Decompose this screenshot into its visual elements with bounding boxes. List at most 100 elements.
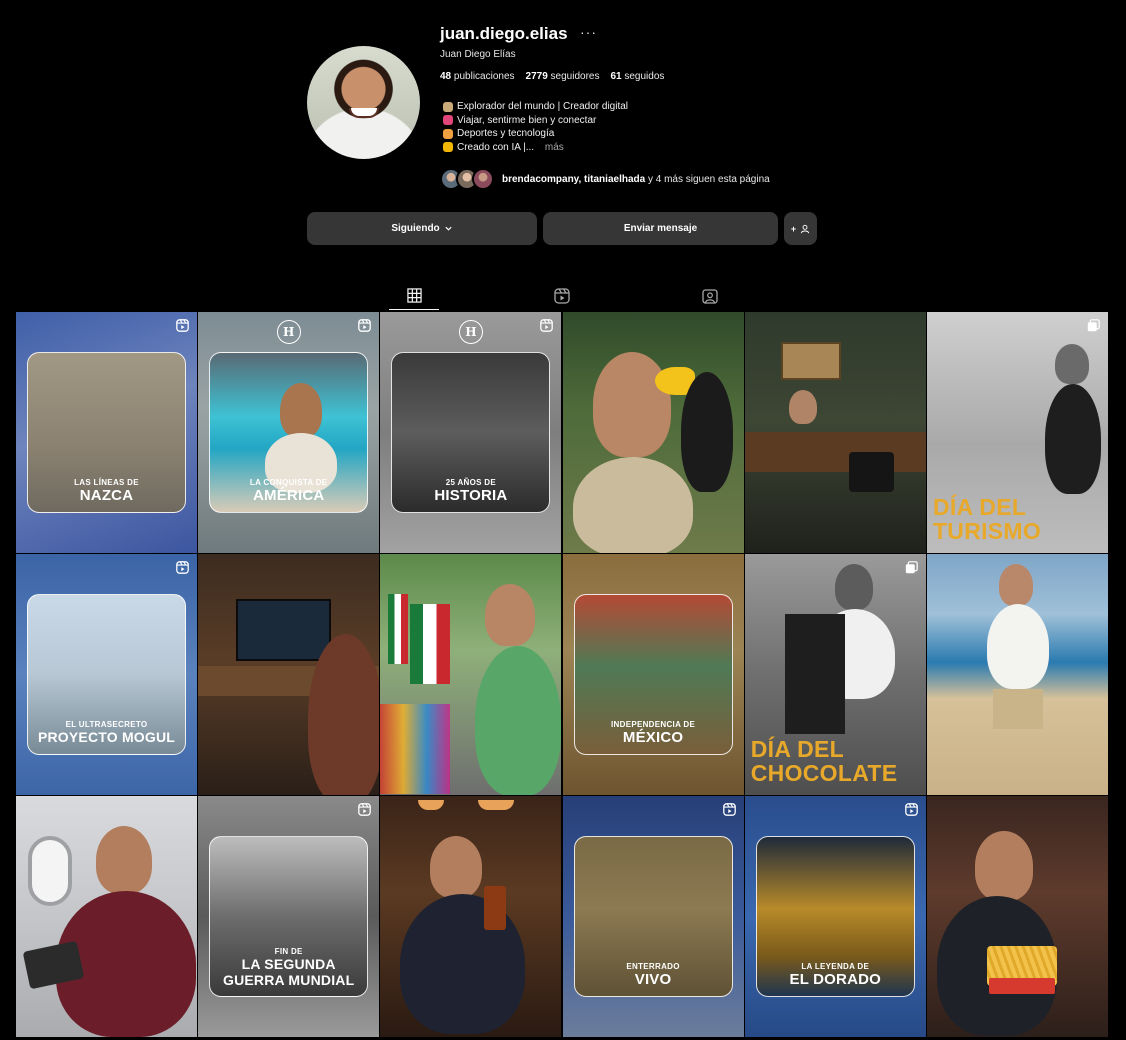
chevron-down-icon (445, 226, 452, 231)
ceiling-lamp (418, 800, 445, 811)
post-subtitle: Enterrado (626, 962, 680, 972)
post-subtitle: El ultrasecreto (65, 720, 148, 730)
post-subtitle: Fin de (274, 947, 303, 957)
post-tile[interactable]: Independencia de MÉXICO (562, 554, 744, 796)
post-tile[interactable] (198, 554, 380, 796)
post-subtitle: Las líneas de (74, 478, 139, 487)
runner-emoji-icon (443, 128, 453, 139)
person-swimsuit (1044, 384, 1101, 494)
followed-by[interactable]: brendacompany, titaniaelhada y 4 más sig… (440, 168, 770, 190)
tv-screen (236, 599, 332, 662)
reel-icon (358, 803, 372, 817)
flag-mexico (388, 594, 409, 665)
followers-label: seguidores (550, 71, 600, 82)
following-button[interactable]: Siguiendo (307, 212, 537, 245)
post-tile[interactable]: Enterrado VIVO (562, 796, 744, 1038)
suggest-user-button[interactable]: + (784, 212, 817, 245)
reels-icon (554, 288, 570, 304)
tab-tagged[interactable] (685, 282, 735, 310)
tab-posts[interactable] (389, 282, 439, 310)
posts-label: publicaciones (453, 71, 515, 82)
following-stat[interactable]: 61 seguidos (610, 71, 664, 82)
profile-tabs (0, 282, 1126, 310)
send-message-button[interactable]: Enviar mensaje (543, 212, 778, 245)
send-message-label: Enviar mensaje (623, 223, 698, 234)
post-tile[interactable] (926, 796, 1108, 1038)
post-card: 25 años de HISTORIA (391, 352, 551, 513)
post-title: DÍA DEL TURISMO (932, 494, 1042, 544)
post-subtitle: Independencia de (611, 720, 696, 730)
post-tile[interactable]: La leyenda de EL DORADO (744, 796, 926, 1038)
bio-line: Viajar, sentirme bien y conectar (443, 114, 628, 128)
post-card: La leyenda de EL DORADO (755, 836, 915, 998)
fries-basket (988, 978, 1055, 995)
post-title: AMÉRICA (252, 487, 325, 504)
person-figure (974, 831, 1033, 902)
chocolate-stack (784, 614, 845, 735)
post-title: MÉXICO (622, 729, 684, 747)
post-tile[interactable] (926, 554, 1108, 796)
post-card: Enterrado VIVO (573, 836, 733, 998)
person-shorts (992, 689, 1043, 730)
camera (848, 452, 894, 492)
bio-text: Explorador del mundo | Creador digital (457, 101, 629, 112)
reel-icon (540, 319, 554, 332)
bio-line: Deportes y tecnología (443, 127, 628, 141)
drink-glass (484, 886, 507, 931)
post-title: HISTORIA (434, 487, 508, 504)
backpack-emoji-icon (443, 115, 453, 126)
toucan-body (680, 372, 733, 492)
post-title: PROYECTO MOGUL (37, 729, 176, 746)
person-figure (96, 826, 152, 895)
flag-mexico (410, 604, 451, 685)
post-tile[interactable]: Fin de LA SEGUNDA GUERRA MUNDIAL (198, 796, 380, 1038)
bio-more-link[interactable]: más (545, 141, 564, 155)
more-options-icon[interactable]: ··· (580, 24, 597, 40)
post-card: El ultrasecreto PROYECTO MOGUL (27, 594, 186, 756)
post-tile[interactable]: El ultrasecreto PROYECTO MOGUL (16, 554, 197, 796)
post-tile[interactable]: DÍA DEL CHOCOLATE (744, 554, 926, 796)
person-figure (485, 584, 536, 647)
person-figure (834, 564, 873, 611)
cool-face-emoji-icon (443, 142, 453, 153)
post-tile[interactable]: H 25 años de HISTORIA (380, 312, 562, 553)
bio-text: Deportes y tecnología (457, 128, 555, 139)
post-tile[interactable]: Las líneas de NAZCA (16, 312, 197, 553)
post-card: Fin de LA SEGUNDA GUERRA MUNDIAL (209, 836, 369, 998)
person-figure (788, 390, 817, 424)
tab-reels[interactable] (537, 282, 587, 310)
crafts-stand (380, 704, 451, 795)
reel-icon (722, 803, 736, 817)
globe-emoji-icon (443, 101, 453, 112)
post-tile[interactable] (562, 312, 744, 553)
post-card: Las líneas de NAZCA (27, 352, 186, 513)
person-figure (1054, 344, 1089, 384)
bio-line: Explorador del mundo | Creador digital (443, 100, 628, 114)
person-shirt (400, 894, 526, 1035)
posts-stat: 48 publicaciones (440, 71, 515, 82)
followed-by-rest: y 4 más siguen esta página (647, 173, 770, 185)
followers-stat[interactable]: 2779 seguidores (526, 71, 600, 82)
carousel-icon (1087, 319, 1100, 332)
person-shirt (475, 646, 562, 796)
followed-by-text: brendacompany, titaniaelhada y 4 más sig… (502, 174, 770, 185)
post-title: VIVO (634, 971, 672, 989)
post-tile[interactable]: DÍA DEL TURISMO (926, 312, 1108, 553)
posts-count: 48 (440, 71, 452, 82)
post-tile[interactable] (16, 796, 197, 1038)
post-title: DÍA DEL CHOCOLATE (750, 736, 898, 787)
profile-full-name: Juan Diego Elías (440, 49, 516, 60)
table (744, 432, 926, 472)
ceiling-lamp (478, 800, 515, 811)
profile-avatar[interactable] (307, 46, 420, 159)
bio-text: Viajar, sentirme bien y conectar (457, 114, 597, 126)
tagged-icon (702, 289, 718, 304)
post-tile[interactable]: H La conquista de AMÉRICA (198, 312, 380, 553)
post-tile[interactable] (380, 554, 562, 796)
post-title: LA SEGUNDA GUERRA MUNDIAL (222, 956, 355, 989)
follower-avatar (472, 168, 494, 190)
post-tile[interactable] (744, 312, 926, 553)
post-card: Independencia de MÉXICO (573, 594, 733, 756)
post-tile[interactable] (380, 796, 562, 1038)
post-subtitle: La leyenda de (801, 962, 870, 972)
